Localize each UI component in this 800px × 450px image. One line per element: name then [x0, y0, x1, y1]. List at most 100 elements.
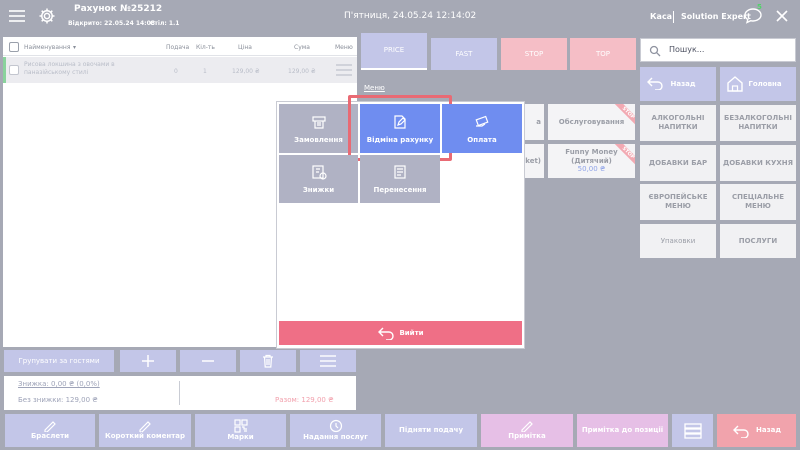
footer-back-label: Назад — [755, 426, 782, 435]
row-qty: 1 — [203, 68, 207, 75]
footer-back-arrow-icon — [732, 425, 749, 438]
home-icon — [727, 76, 743, 92]
nav-home-button[interactable]: Головна — [720, 67, 796, 101]
discounts-tile[interactable]: Знижки — [279, 155, 358, 203]
hamburger-icon[interactable] — [8, 8, 26, 24]
list-menu-button[interactable] — [300, 350, 356, 372]
note-button[interactable]: Примітка — [481, 414, 573, 447]
category-european[interactable]: ЄВРОПЕЙСЬКЕ МЕНЮ — [640, 184, 716, 220]
user-name: Solution Expert — [681, 12, 751, 21]
discount-icon — [311, 165, 327, 180]
clock-icon — [329, 420, 342, 433]
tab-stop[interactable]: STOP — [501, 38, 567, 70]
payment-label: Оплата — [467, 135, 497, 144]
remove-button[interactable] — [180, 350, 236, 372]
category-services[interactable]: ПОСЛУГИ — [720, 224, 796, 258]
payment-tile[interactable]: Оплата — [442, 104, 522, 153]
search-icon — [649, 45, 661, 57]
product-service[interactable]: Обслуговування STOP — [548, 104, 635, 140]
payment-icon — [475, 115, 489, 127]
add-button[interactable] — [120, 350, 176, 372]
stack-icon — [683, 422, 702, 439]
product-funny-money-label: Funny Money (Дитячий) — [565, 147, 618, 165]
select-all-checkbox[interactable] — [9, 42, 19, 52]
qr-icon — [233, 419, 248, 433]
total-amount: Разом: 129,00 ₴ — [275, 396, 334, 404]
exit-arrow-icon — [378, 327, 395, 340]
short-comment-label: Короткий коментар — [104, 432, 186, 441]
product-service-label: Обслуговування — [558, 117, 625, 126]
exit-label: Вийти — [399, 328, 424, 337]
tab-price-underline — [361, 68, 427, 70]
transfer-icon — [394, 165, 406, 179]
row-checkbox[interactable] — [9, 65, 19, 75]
back-arrow-icon — [647, 77, 663, 90]
nav-back-button[interactable]: Назад — [640, 67, 716, 101]
search-placeholder: Пошук... — [669, 45, 705, 54]
transfer-label: Перенесення — [373, 186, 427, 194]
orders-label: Замовлення — [294, 135, 343, 144]
col-menu: Меню — [335, 44, 353, 51]
category-packaging[interactable]: Упаковки — [640, 224, 716, 258]
product-funny-money[interactable]: Funny Money (Дитячий) 50,00 ₴ STOP — [548, 144, 635, 178]
raise-course-button[interactable]: Підняти подачу — [385, 414, 477, 447]
orders-icon — [311, 115, 326, 129]
bracelets-button[interactable]: Браслети — [5, 414, 95, 447]
delete-button[interactable] — [240, 350, 296, 372]
bill-title: Рахунок №25212 — [74, 4, 163, 14]
notification-count: 5 — [757, 3, 762, 11]
highlight-box — [348, 95, 452, 161]
discounts-label: Знижки — [302, 186, 335, 194]
position-note-button[interactable]: Примітка до позиції — [577, 414, 668, 447]
discount-link[interactable]: Знижка: 0,00 ₴ (0,0%) — [18, 380, 100, 388]
note-label: Примітка — [508, 432, 546, 441]
opened-label: Відкрито: 22.05.24 14:08 — [68, 20, 155, 27]
transfer-tile[interactable]: Перенесення — [360, 155, 440, 203]
row-price: 129,00 ₴ — [232, 68, 260, 75]
bracelet-icon — [44, 421, 56, 433]
group-by-guests-button[interactable]: Групувати за гостями — [4, 350, 114, 372]
tab-price[interactable]: PRICE — [361, 33, 427, 68]
row-serve: 0 — [174, 68, 178, 75]
col-price: Ціна — [238, 44, 252, 51]
note-pencil-icon — [521, 421, 533, 433]
marks-button[interactable]: Марки — [195, 414, 286, 447]
search-box[interactable]: Пошук... — [640, 38, 796, 62]
tab-fast[interactable]: FAST — [431, 38, 497, 70]
current-datetime: П'ятниця, 24.05.24 12:14:02 — [344, 11, 477, 21]
header-rule — [3, 55, 357, 56]
sort-icon[interactable]: ▾ — [73, 44, 76, 51]
table-label: Стіл: 1.1 — [150, 20, 180, 27]
nav-back-label: Назад — [670, 79, 696, 88]
bracelets-label: Браслети — [30, 432, 70, 441]
col-name: Найменування — [24, 44, 71, 51]
row-menu-icon[interactable] — [334, 62, 354, 78]
header-divider — [673, 11, 674, 23]
pencil-icon — [139, 421, 151, 433]
marks-label: Марки — [227, 433, 254, 442]
category-alcohol[interactable]: АЛКОГОЛЬНІ НАПИТКИ — [640, 105, 716, 141]
category-soft-drinks[interactable]: БЕЗАЛКОГОЛЬНІ НАПИТКИ — [720, 105, 796, 141]
footer-menu-button[interactable] — [672, 414, 713, 447]
category-special[interactable]: СПЕЦІАЛЬНЕ МЕНЮ — [720, 184, 796, 220]
category-kitchen-extras[interactable]: ДОБАВКИ КУХНЯ — [720, 145, 796, 181]
register-label: Каса — [650, 12, 673, 21]
short-comment-button[interactable]: Короткий коментар — [99, 414, 191, 447]
footer-back-button[interactable]: Назад — [717, 414, 796, 447]
menu-breadcrumb[interactable]: Меню — [364, 84, 385, 92]
exit-button[interactable]: Вийти — [279, 321, 522, 345]
row-sum: 129,00 ₴ — [288, 68, 316, 75]
tab-top[interactable]: TOP — [570, 38, 636, 70]
category-bar-extras[interactable]: ДОБАВКИ БАР — [640, 145, 716, 181]
settings-gear-icon[interactable] — [38, 7, 56, 25]
services-button[interactable]: Надання послуг — [290, 414, 381, 447]
close-icon[interactable] — [774, 8, 790, 24]
orders-tile[interactable]: Замовлення — [279, 104, 358, 153]
without-discount: Без знижки: 129,00 ₴ — [18, 396, 98, 404]
product-funny-money-price: 50,00 ₴ — [577, 165, 606, 174]
col-sum: Сума — [294, 44, 310, 51]
row-item-name: Рисова локшина з овочами в паназійському… — [24, 61, 115, 77]
services-label: Надання послуг — [303, 433, 368, 442]
totals-divider — [179, 381, 180, 405]
col-qty: Кіл-ть — [196, 44, 215, 51]
